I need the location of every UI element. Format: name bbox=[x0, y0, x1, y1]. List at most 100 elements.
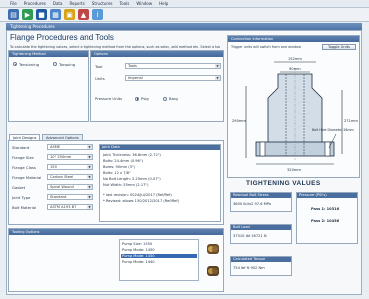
menu-procedures[interactable]: Procedures bbox=[24, 1, 46, 6]
flange-material-select[interactable]: Carbon Steel ▼ bbox=[47, 174, 93, 180]
box-value: Pass 1: 10316 bbox=[311, 207, 340, 211]
chevron-down-icon: ▼ bbox=[87, 205, 92, 209]
print-icon[interactable]: ▣ bbox=[64, 9, 75, 20]
menu-tools[interactable]: Tools bbox=[120, 1, 130, 6]
panel-title: Tooling Options bbox=[9, 229, 223, 235]
open-icon[interactable]: ▶ bbox=[22, 9, 33, 20]
menu-file[interactable]: File bbox=[10, 1, 17, 6]
info-icon[interactable]: i bbox=[92, 9, 103, 20]
chevron-down-icon: ▼ bbox=[87, 145, 92, 149]
torquing-label: Torquing bbox=[59, 61, 76, 67]
psig-radio[interactable] bbox=[135, 96, 139, 101]
menu-window[interactable]: Window bbox=[136, 1, 152, 6]
psig-label: Psig bbox=[141, 96, 149, 101]
standard-label: Standard bbox=[12, 145, 30, 150]
menu-help[interactable]: Help bbox=[159, 1, 168, 6]
save-icon[interactable]: ■ bbox=[36, 9, 47, 20]
dim-callout: Bolt Hole Diameter 26mm bbox=[312, 128, 354, 132]
list-item[interactable]: Pump Size: 1550 bbox=[122, 242, 152, 246]
joint-data-line: Bores: 90mm (3") bbox=[103, 165, 135, 169]
gasket-select[interactable]: Spiral Wound ▼ bbox=[47, 184, 93, 190]
box-head: Pressure (PSI's) bbox=[297, 193, 357, 198]
tooling-options-panel: Tooling Options Pump Size: 1550 Pump Mod… bbox=[8, 228, 224, 292]
flange-diagram: 152mm 90mm 290mm 271mm 320mm Bolt Hole D… bbox=[232, 57, 358, 172]
torquing-radio[interactable] bbox=[53, 62, 57, 66]
window-titlebar: Tightening Procedures bbox=[6, 23, 362, 30]
barg-label: Barg bbox=[169, 96, 178, 101]
tool-list[interactable]: Pump Size: 1550 Pump Mode: 1450 Pump Mod… bbox=[119, 239, 199, 281]
units-label: Units bbox=[95, 76, 105, 81]
toggle-units-button[interactable]: Toggle Units bbox=[322, 44, 356, 50]
tool-image-icon bbox=[205, 241, 221, 257]
box-value: Pass 2: 10456 bbox=[311, 219, 340, 223]
box-value: 37510 lbf 16721 N bbox=[233, 234, 267, 238]
joint-data-note: * last revision: 0024/jul/2017 (Ref/Ref) bbox=[103, 193, 172, 197]
tool-value: Tools bbox=[128, 64, 137, 68]
chart-icon[interactable]: ▲ bbox=[78, 9, 89, 20]
dim-left: 290mm bbox=[232, 119, 246, 123]
list-item[interactable]: Pump Mode: 1440 bbox=[122, 260, 155, 264]
flange-size-select[interactable]: 10" 250mm ▼ bbox=[47, 154, 93, 160]
chevron-down-icon: ▼ bbox=[87, 155, 92, 159]
chevron-down-icon: ▼ bbox=[215, 76, 220, 80]
tool-select[interactable]: Tools ▼ bbox=[125, 63, 221, 69]
chevron-down-icon: ▼ bbox=[87, 175, 92, 179]
bolt-material-value: ASTM A193 B7 bbox=[50, 205, 77, 209]
pressure-box: Pressure (PSI's) Pass 1: 10316 Pass 2: 1… bbox=[296, 192, 358, 244]
pressure-units-label: Pressure Units bbox=[95, 96, 123, 101]
calculated-torque-box: Calculated Torque 754 lbf ft 902 Nm bbox=[230, 256, 292, 276]
flange-material-label: Flange Material bbox=[12, 175, 42, 180]
options-panel: Options Tool Tools ▼ Units Imperial ▼ Pres… bbox=[90, 50, 224, 122]
description-text: To calculate the tightening values, sele… bbox=[10, 45, 220, 49]
flange-material-value: Carbon Steel bbox=[50, 175, 74, 179]
box-head: Calculated Torque bbox=[231, 257, 291, 262]
report-icon[interactable]: ▦ bbox=[50, 9, 61, 20]
menu-reports[interactable]: Reports bbox=[69, 1, 84, 6]
box-value: 754 lbf ft 902 Nm bbox=[233, 266, 265, 270]
joint-data-line: Bolts: 12 x 7/8" bbox=[103, 171, 131, 175]
page-title: Flange Procedures and Tools bbox=[10, 33, 114, 42]
box-head: Bolt Load bbox=[231, 225, 291, 230]
chevron-down-icon: ▼ bbox=[87, 195, 92, 199]
diagram-subtitle: Trigger units will switch from one windo… bbox=[231, 45, 301, 49]
toolbar: ▤ ▶ ■ ▦ ▣ ▲ i bbox=[0, 8, 369, 22]
flange-class-value: 150 bbox=[50, 165, 57, 169]
flange-class-label: Flange Class bbox=[12, 165, 36, 170]
bolt-load-box: Bolt Load 37510 lbf 16721 N bbox=[230, 224, 292, 244]
box-value: 3600 lb/in2 97.6 MPa bbox=[233, 202, 271, 206]
box-head: Residual Bolt Stress bbox=[231, 193, 291, 198]
menu-structures[interactable]: Structures bbox=[92, 1, 113, 6]
menu-bar: File Procedures Data Reports Structures … bbox=[0, 0, 369, 8]
flange-size-label: Flange Size bbox=[12, 155, 34, 160]
dim-bottom: 320mm bbox=[287, 168, 301, 172]
tool-label: Tool bbox=[95, 64, 103, 69]
standard-select[interactable]: ASME ▼ bbox=[47, 144, 93, 150]
joint-data-line: Bolts: 24.4mm (0.96") bbox=[103, 159, 143, 163]
tensioning-radio[interactable] bbox=[13, 62, 17, 66]
flange-class-select[interactable]: 150 ▼ bbox=[47, 164, 93, 170]
new-icon[interactable]: ▤ bbox=[8, 9, 19, 20]
dim-inner: 90mm bbox=[289, 67, 301, 71]
joint-type-value: Standard bbox=[50, 195, 67, 199]
barg-radio[interactable] bbox=[163, 96, 167, 101]
joint-data-line: No Bolt Length: 2.25mm (0.07") bbox=[103, 177, 161, 181]
residual-stress-box: Residual Bolt Stress 3600 lb/in2 97.6 MP… bbox=[230, 192, 292, 212]
chevron-down-icon: ▼ bbox=[87, 165, 92, 169]
chevron-down-icon: ▼ bbox=[215, 64, 220, 68]
units-select[interactable]: Imperial ▼ bbox=[125, 75, 221, 81]
joint-type-label: Joint Type bbox=[12, 195, 31, 200]
list-item[interactable]: Pump Mode: 1450 bbox=[122, 248, 155, 252]
chevron-down-icon: ▼ bbox=[87, 185, 92, 189]
joint-type-select[interactable]: Standard ▼ bbox=[47, 194, 93, 200]
tensioning-label: Tensioning bbox=[19, 61, 40, 67]
menu-data[interactable]: Data bbox=[53, 1, 63, 6]
list-item-selected[interactable]: Pump Mode: 1450 bbox=[121, 254, 197, 258]
connection-info-panel: Connection Information Trigger units wil… bbox=[227, 35, 360, 178]
bolt-material-select[interactable]: ASTM A193 B7 ▼ bbox=[47, 204, 93, 210]
dim-top: 152mm bbox=[288, 57, 302, 61]
joint-data-box: Joint Data Joint Thickness: 36.6mm (2.72… bbox=[99, 144, 221, 222]
joint-data-line: Joint Thickness: 36.6mm (2.72") bbox=[103, 153, 161, 157]
units-value: Imperial bbox=[128, 76, 143, 80]
gasket-label: Gasket bbox=[12, 185, 26, 190]
bolt-material-label: Bolt Material bbox=[12, 205, 37, 210]
